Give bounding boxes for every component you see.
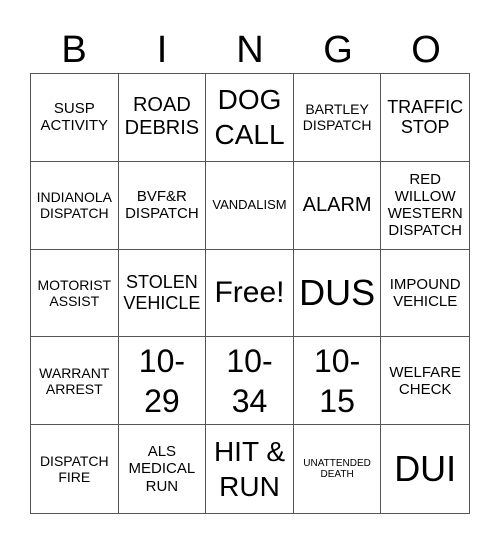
cell-label: STOLEN VEHICLE [123, 272, 201, 313]
cell-label: VANDALISM [212, 196, 287, 212]
bingo-board: SUSP ACTIVITY ROAD DEBRIS DOG CALL BARTL… [30, 73, 470, 514]
bingo-cell-i1[interactable]: ROAD DEBRIS [118, 74, 207, 162]
cell-label: HIT & RUN [213, 436, 286, 503]
bingo-cell-o4[interactable]: WELFARE CHECK [381, 337, 469, 426]
cell-label: ROAD DEBRIS [124, 94, 200, 140]
cell-label: WELFARE CHECK [389, 363, 462, 398]
header-letter-o: O [411, 29, 441, 71]
cell-label: 10- 15 [313, 342, 361, 419]
bingo-cell-o3[interactable]: IMPOUND VEHICLE [381, 250, 469, 338]
bingo-cell-n4[interactable]: 10- 34 [206, 337, 294, 426]
cell-label: DUS [299, 272, 376, 314]
bingo-cell-n1[interactable]: DOG CALL [206, 74, 294, 162]
bingo-header: B I N G O [30, 28, 470, 72]
cell-label: 10- 29 [138, 342, 186, 419]
bingo-cell-g3[interactable]: DUS [293, 249, 382, 338]
bingo-cell-b4[interactable]: WARRANT ARREST [31, 337, 119, 426]
bingo-cell-o5[interactable]: DUI [381, 425, 469, 513]
cell-label: IMPOUND VEHICLE [389, 275, 461, 310]
cell-label: SUSP ACTIVITY [40, 100, 109, 135]
cell-label: WARRANT ARREST [39, 364, 110, 397]
bingo-cell-o2[interactable]: RED WILLOW WESTERN DISPATCH [381, 162, 469, 250]
bingo-cell-g5[interactable]: UNATTENDED DEATH [294, 425, 382, 513]
bingo-cell-g2[interactable]: ALARM [293, 161, 382, 250]
cell-label: ALARM [302, 193, 372, 216]
bingo-cell-free[interactable]: Free! [206, 249, 294, 338]
cell-label: MOTORIST ASSIST [37, 276, 112, 309]
cell-label: RED WILLOW WESTERN DISPATCH [387, 170, 463, 240]
cell-label: ALS MEDICAL RUN [128, 443, 196, 495]
bingo-cell-i2[interactable]: BVF&R DISPATCH [118, 161, 207, 250]
header-letter-b: B [61, 29, 87, 71]
cell-label: BVF&R DISPATCH [125, 187, 199, 223]
bingo-cell-n2[interactable]: VANDALISM [206, 161, 294, 250]
cell-label: TRAFFIC STOP [387, 96, 464, 138]
cell-label: 10- 34 [226, 342, 273, 419]
header-letter-n: N [236, 29, 264, 71]
bingo-cell-i4[interactable]: 10- 29 [118, 337, 207, 426]
header-letter-i: I [156, 29, 168, 71]
bingo-cell-b1[interactable]: SUSP ACTIVITY [31, 74, 119, 162]
cell-label: BARTLEY DISPATCH [302, 101, 372, 134]
bingo-cell-g1[interactable]: BARTLEY DISPATCH [293, 74, 382, 162]
bingo-cell-i5[interactable]: ALS MEDICAL RUN [119, 425, 207, 513]
cell-label: UNATTENDED DEATH [303, 457, 371, 481]
bingo-cell-n5[interactable]: HIT & RUN [206, 425, 294, 513]
bingo-cell-b5[interactable]: DISPATCH FIRE [31, 425, 119, 513]
cell-label: INDIANOLA DISPATCH [36, 189, 113, 222]
bingo-cell-o1[interactable]: TRAFFIC STOP [381, 74, 469, 162]
bingo-cell-i3[interactable]: STOLEN VEHICLE [118, 249, 207, 338]
header-letter-g: G [323, 29, 353, 71]
free-space-label: Free! [214, 275, 285, 309]
cell-label: DUI [394, 448, 457, 490]
cell-label: DOG CALL [214, 84, 285, 151]
bingo-cell-b2[interactable]: INDIANOLA DISPATCH [31, 161, 119, 250]
bingo-cell-g4[interactable]: 10- 15 [293, 337, 382, 426]
cell-label: DISPATCH FIRE [39, 453, 109, 486]
bingo-cell-b3[interactable]: MOTORIST ASSIST [31, 249, 119, 338]
